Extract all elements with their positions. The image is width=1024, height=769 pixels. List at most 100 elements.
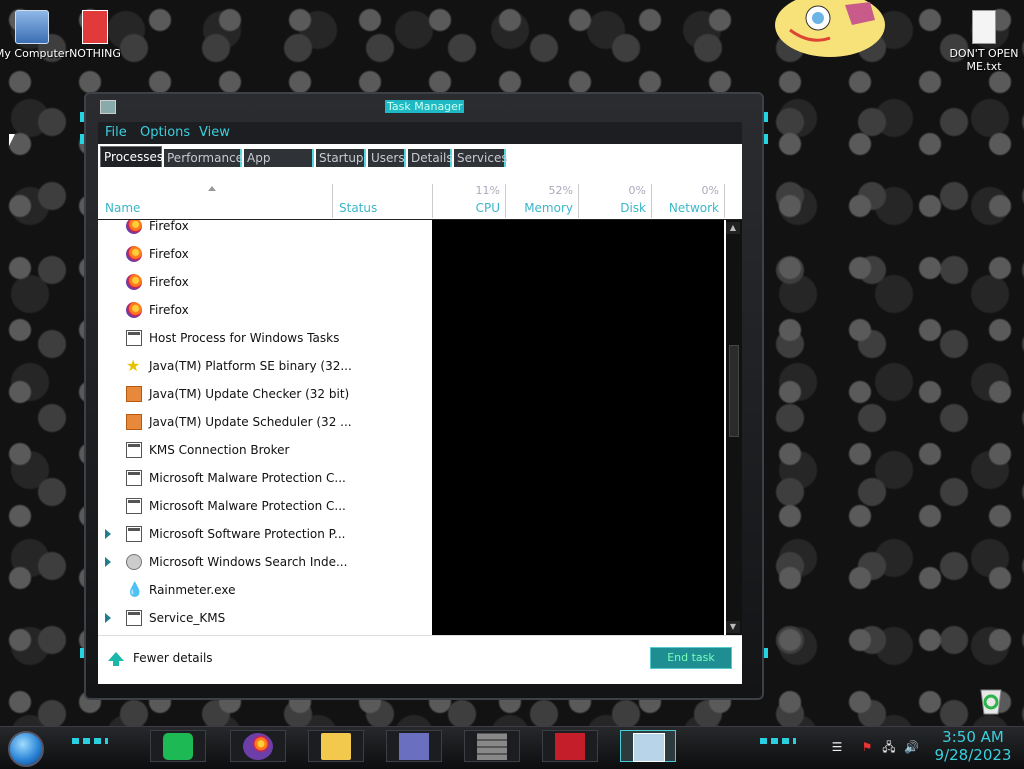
firefox-icon xyxy=(126,274,142,290)
process-name: Microsoft Malware Protection C... xyxy=(149,499,346,513)
process-row[interactable]: Microsoft Windows Search Inde... xyxy=(98,548,432,576)
task-manager-icon xyxy=(633,733,665,762)
file-explorer-icon xyxy=(321,733,351,760)
network-icon[interactable]: 🖧 xyxy=(882,740,896,754)
menu-bar: File Options View xyxy=(98,122,742,144)
taskbar-clock[interactable]: 3:50 AM 9/28/2023 xyxy=(928,728,1018,764)
process-name: Microsoft Windows Search Inde... xyxy=(149,555,348,569)
process-row[interactable]: 💧 Rainmeter.exe xyxy=(98,576,432,604)
process-name: Firefox xyxy=(149,275,189,289)
recycle-bin-icon[interactable] xyxy=(976,684,1006,716)
firefox-icon xyxy=(243,733,273,760)
start-button[interactable] xyxy=(8,731,44,767)
expand-chevron-icon[interactable] xyxy=(105,557,111,567)
clock-date: 9/28/2023 xyxy=(934,746,1012,764)
spotify-icon xyxy=(163,733,193,760)
column-header-name[interactable]: Name xyxy=(105,201,140,215)
menu-view[interactable]: View xyxy=(199,125,230,140)
taskbar-firefox[interactable] xyxy=(230,730,286,762)
process-name: Firefox xyxy=(149,220,189,233)
tab-details[interactable]: Details xyxy=(408,149,453,167)
tab-performance[interactable]: Performance xyxy=(164,149,243,167)
process-name: Firefox xyxy=(149,247,189,261)
taskbar-task-manager[interactable] xyxy=(620,730,676,762)
action-center-flag-icon[interactable]: ⚑ xyxy=(860,740,874,754)
scroll-up-button[interactable]: ▲ xyxy=(726,222,740,234)
window-title: Task Manager xyxy=(385,100,465,113)
process-row[interactable]: Firefox xyxy=(98,268,432,296)
desktop-icon-nothing[interactable]: NOTHING xyxy=(55,10,135,60)
control-panel-icon xyxy=(399,733,429,760)
process-name: KMS Connection Broker xyxy=(149,443,290,457)
sticker-app-icon xyxy=(555,733,585,760)
taskbar-sticker-app[interactable] xyxy=(542,730,598,762)
vertical-scrollbar[interactable]: ▲ ▼ xyxy=(726,220,742,635)
taskbar-firewall[interactable] xyxy=(464,730,520,762)
network-total-percent: 0% xyxy=(701,184,719,197)
process-row[interactable]: Firefox xyxy=(98,296,432,324)
tab-services[interactable]: Services xyxy=(454,149,508,167)
volume-icon[interactable]: 🔊 xyxy=(904,740,919,754)
task-manager-app-icon[interactable] xyxy=(100,100,116,114)
process-row[interactable]: Firefox xyxy=(98,240,432,268)
tab-users[interactable]: Users xyxy=(368,149,406,167)
process-row[interactable]: Java(TM) Update Checker (32 bit) xyxy=(98,380,432,408)
process-row[interactable]: Host Process for Windows Tasks xyxy=(98,324,432,352)
column-header-cpu[interactable]: CPU xyxy=(438,201,500,215)
process-name: Host Process for Windows Tasks xyxy=(149,331,340,345)
process-row[interactable]: KMS Connection Broker xyxy=(98,436,432,464)
desktop-icon-dont-open[interactable]: DON'T OPEN ME.txt xyxy=(944,10,1024,73)
scrollbar-thumb[interactable] xyxy=(729,345,739,437)
firefox-icon xyxy=(126,302,142,318)
expand-chevron-icon[interactable] xyxy=(105,529,111,539)
fewer-details-link[interactable]: Fewer details xyxy=(133,651,213,665)
end-task-button[interactable]: End task xyxy=(650,647,732,669)
window-icon xyxy=(126,498,142,514)
process-name: Java(TM) Platform SE binary (32... xyxy=(149,359,352,373)
expand-chevron-icon[interactable] xyxy=(105,613,111,623)
tab-app-history[interactable]: App history xyxy=(244,149,314,183)
taskbar-control-panel[interactable] xyxy=(386,730,442,762)
taskbar-file-explorer[interactable] xyxy=(308,730,364,762)
arrow-up-icon[interactable] xyxy=(108,652,124,661)
tray-menu-icon[interactable]: ☰ xyxy=(830,740,844,754)
java-icon xyxy=(126,386,142,402)
sort-up-icon xyxy=(208,186,216,191)
menu-options[interactable]: Options xyxy=(140,125,190,140)
taskbar-spotify[interactable] xyxy=(150,730,206,762)
process-row[interactable]: Microsoft Malware Protection C... xyxy=(98,464,432,492)
process-name: Java(TM) Update Scheduler (32 ... xyxy=(149,415,352,429)
process-row[interactable]: Microsoft Software Protection P... xyxy=(98,520,432,548)
process-row[interactable]: Microsoft Malware Protection C... xyxy=(98,492,432,520)
process-metrics-area xyxy=(432,220,724,635)
firefox-icon xyxy=(126,220,142,234)
disk-total-percent: 0% xyxy=(628,184,646,197)
menu-file[interactable]: File xyxy=(105,125,127,140)
process-row[interactable]: Service_KMS xyxy=(98,604,432,632)
column-header-memory[interactable]: Memory xyxy=(510,201,573,215)
text-file-icon xyxy=(972,10,996,44)
tab-processes[interactable]: Processes xyxy=(100,146,163,167)
window-icon xyxy=(126,442,142,458)
process-row[interactable]: Firefox xyxy=(98,220,432,240)
column-header-network[interactable]: Network xyxy=(656,201,719,215)
column-header-disk[interactable]: Disk xyxy=(583,201,646,215)
clock-time: 3:50 AM xyxy=(942,728,1004,746)
window-icon xyxy=(126,470,142,486)
droplet-icon: 💧 xyxy=(126,582,144,598)
tab-startup[interactable]: Startup xyxy=(316,149,366,167)
java-star-icon: ★ xyxy=(126,356,141,375)
process-name: Firefox xyxy=(149,303,189,317)
process-name: Service_KMS xyxy=(149,611,226,625)
scroll-down-button[interactable]: ▼ xyxy=(726,621,740,633)
process-name: Microsoft Software Protection P... xyxy=(149,527,346,541)
window-icon xyxy=(126,526,142,542)
mouse-cursor xyxy=(9,134,15,146)
user-icon xyxy=(126,554,142,570)
process-name: Microsoft Malware Protection C... xyxy=(149,471,346,485)
java-icon xyxy=(126,414,142,430)
column-header-status[interactable]: Status xyxy=(339,201,377,215)
process-row[interactable]: ★ Java(TM) Platform SE binary (32... xyxy=(98,352,432,380)
desktop-icon-label: DON'T OPEN ME.txt xyxy=(949,47,1019,73)
process-row[interactable]: Java(TM) Update Scheduler (32 ... xyxy=(98,408,432,436)
